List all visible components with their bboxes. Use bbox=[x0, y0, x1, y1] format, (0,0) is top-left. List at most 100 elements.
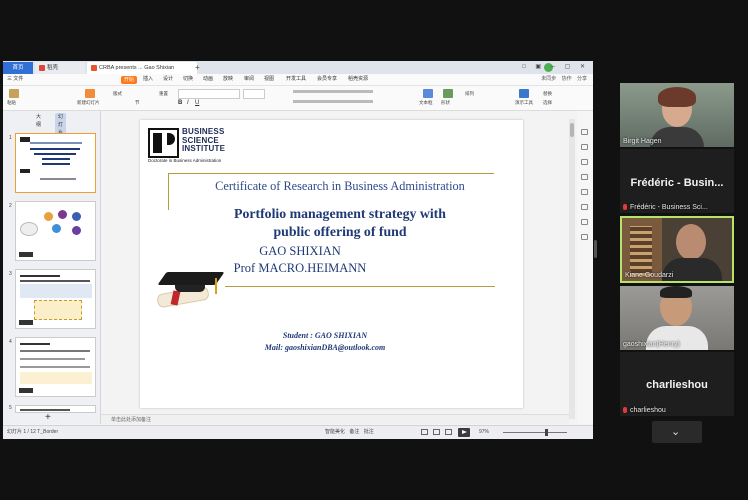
muted-mic-icon bbox=[623, 407, 627, 414]
slide-number: 3 bbox=[9, 271, 12, 277]
menu-review[interactable]: 审阅 bbox=[244, 74, 254, 85]
menu-file[interactable]: 三 文件 bbox=[7, 74, 23, 85]
shape-icon[interactable] bbox=[443, 89, 453, 98]
participant-name: Frédéric - Business Sci... bbox=[623, 204, 708, 211]
status-bar: 幻灯片 1 / 12 T_Border 智能美化 备注 批注 97% bbox=[3, 425, 593, 439]
muted-mic-icon bbox=[623, 204, 627, 211]
participant-tile[interactable]: Frédéric - Busin... Frédéric - Business … bbox=[620, 149, 734, 213]
divider bbox=[168, 173, 169, 210]
underline-icon[interactable]: U bbox=[195, 100, 199, 106]
arrange-label[interactable]: 排列 bbox=[465, 91, 474, 97]
font-select[interactable] bbox=[178, 89, 240, 99]
slide-number: 4 bbox=[9, 339, 12, 345]
tab-presentation[interactable]: CRBA presents ... Gao Shixian bbox=[87, 62, 197, 74]
share-icon[interactable] bbox=[581, 219, 588, 225]
scrollbar-thumb[interactable] bbox=[570, 123, 574, 137]
resource-icon[interactable] bbox=[581, 189, 588, 195]
participant-tile[interactable]: Birgit Hagen bbox=[620, 83, 734, 147]
tab-docer-label: 稻壳 bbox=[47, 65, 59, 71]
menu-right-actions[interactable]: 未同步 协作 分享 bbox=[541, 74, 587, 85]
divider bbox=[225, 286, 495, 287]
menu-animation[interactable]: 动画 bbox=[203, 74, 213, 85]
participant-name: gaoshixian(Henry) bbox=[623, 341, 680, 348]
institute-logo-text: BUSINESS SCIENCE INSTITUTE bbox=[182, 127, 226, 154]
vertical-scrollbar[interactable] bbox=[569, 119, 575, 419]
logo-line: INSTITUTE bbox=[182, 144, 226, 153]
new-slide-icon[interactable] bbox=[85, 89, 95, 98]
tab-docer[interactable]: 稻壳 bbox=[35, 62, 85, 74]
slide-thumbnail[interactable] bbox=[15, 269, 96, 329]
animation-icon[interactable] bbox=[581, 144, 588, 150]
transition-icon[interactable] bbox=[581, 159, 588, 165]
presentation-tools-icon[interactable] bbox=[519, 89, 529, 98]
menu-insert[interactable]: 插入 bbox=[143, 74, 153, 85]
sorter-view-icon[interactable] bbox=[433, 429, 440, 435]
student-line: Student : GAO SHIXIAN bbox=[282, 331, 368, 340]
menu-design[interactable]: 设计 bbox=[163, 74, 173, 85]
zoom-level[interactable]: 97% bbox=[479, 426, 489, 439]
layout-label[interactable]: 版式 bbox=[113, 91, 122, 97]
replace-label[interactable]: 替换 bbox=[543, 91, 552, 97]
zoom-slider[interactable] bbox=[503, 432, 567, 433]
menu-developer[interactable]: 开发工具 bbox=[286, 74, 306, 85]
tab-home[interactable]: 首页 bbox=[3, 62, 33, 74]
property-icon[interactable] bbox=[581, 129, 588, 135]
play-icon bbox=[462, 430, 467, 434]
notes-area[interactable]: 单击此处添加备注 bbox=[101, 414, 569, 424]
panel-resize-handle[interactable] bbox=[594, 240, 597, 258]
slide-number: 1 bbox=[9, 135, 12, 141]
presentation-title: Portfolio management strategy with publi… bbox=[190, 205, 490, 241]
participant-tile[interactable]: gaoshixian(Henry) bbox=[620, 286, 734, 350]
tab-outline[interactable]: 大纲 bbox=[33, 113, 44, 129]
reset-label[interactable]: 重置 bbox=[159, 91, 168, 97]
graduation-tassel-icon bbox=[215, 278, 217, 294]
email-line: Mail: gaoshixianDBA@outlook.com bbox=[264, 343, 386, 352]
align-tools[interactable] bbox=[293, 100, 373, 103]
normal-view-icon[interactable] bbox=[421, 429, 428, 435]
textbox-label: 文本框 bbox=[419, 100, 433, 105]
menu-docer-resources[interactable]: 稻壳资源 bbox=[348, 74, 368, 85]
menu-member[interactable]: 会员专享 bbox=[317, 74, 337, 85]
title-line-1: Portfolio management strategy with bbox=[234, 206, 446, 221]
institute-logo-mark bbox=[153, 133, 162, 153]
menu-view[interactable]: 视图 bbox=[264, 74, 274, 85]
slide-counter: 幻灯片 1 / 12 T_Border bbox=[7, 429, 59, 435]
author-name: GAO SHIXIAN bbox=[259, 244, 341, 258]
menu-slideshow[interactable]: 放映 bbox=[223, 74, 233, 85]
backup-icon[interactable] bbox=[581, 204, 588, 210]
add-slide-button[interactable]: + bbox=[45, 412, 51, 423]
select-label[interactable]: 选择 bbox=[543, 100, 552, 106]
presentation-tools-label: 演示工具 bbox=[515, 100, 533, 105]
window-controls[interactable]: □ ▣ ─ ▢ ✕ bbox=[522, 61, 589, 74]
slide-thumbnail[interactable] bbox=[15, 133, 96, 193]
italic-icon[interactable]: I bbox=[187, 100, 189, 106]
slide-thumbnail[interactable] bbox=[15, 405, 96, 413]
font-size-select[interactable] bbox=[243, 89, 265, 99]
design-icon[interactable] bbox=[581, 174, 588, 180]
certificate-title: Certificate of Research in Business Admi… bbox=[215, 179, 465, 193]
menu-home[interactable]: 开始 bbox=[121, 75, 138, 84]
slide-thumbnail[interactable] bbox=[15, 337, 96, 397]
slide-thumbnail[interactable] bbox=[15, 201, 96, 261]
textbox-icon[interactable] bbox=[423, 89, 433, 98]
settings-icon[interactable] bbox=[581, 234, 588, 240]
reading-view-icon[interactable] bbox=[445, 429, 452, 435]
status-actions[interactable]: 智能美化 备注 批注 bbox=[325, 426, 374, 439]
bold-icon[interactable]: B bbox=[178, 100, 182, 106]
slide-number: 5 bbox=[9, 405, 12, 411]
new-tab-button[interactable]: + bbox=[195, 61, 200, 74]
participant-display-name: charlieshou bbox=[646, 379, 708, 391]
participant-tile[interactable]: charlieshou charlieshou bbox=[620, 352, 734, 416]
participant-tile-active-speaker[interactable]: Kiane Goudarzi bbox=[620, 216, 734, 283]
slide-number: 2 bbox=[9, 203, 12, 209]
section-label[interactable]: 节 bbox=[135, 100, 140, 106]
participant-name: Birgit Hagen bbox=[623, 138, 662, 145]
paragraph-tools[interactable] bbox=[293, 90, 373, 93]
ribbon-toolbar: 粘贴 新建幻灯片 版式 节 重置 B I U 文本框 形状 排列 演示工具 替换… bbox=[3, 86, 593, 111]
menu-transition[interactable]: 切换 bbox=[183, 74, 193, 85]
shape-label: 形状 bbox=[441, 100, 450, 105]
title-line-2: public offering of fund bbox=[273, 224, 407, 239]
participant-name: charlieshou bbox=[623, 407, 666, 414]
paste-icon[interactable] bbox=[9, 89, 19, 98]
zoom-slider-handle[interactable] bbox=[545, 429, 548, 436]
